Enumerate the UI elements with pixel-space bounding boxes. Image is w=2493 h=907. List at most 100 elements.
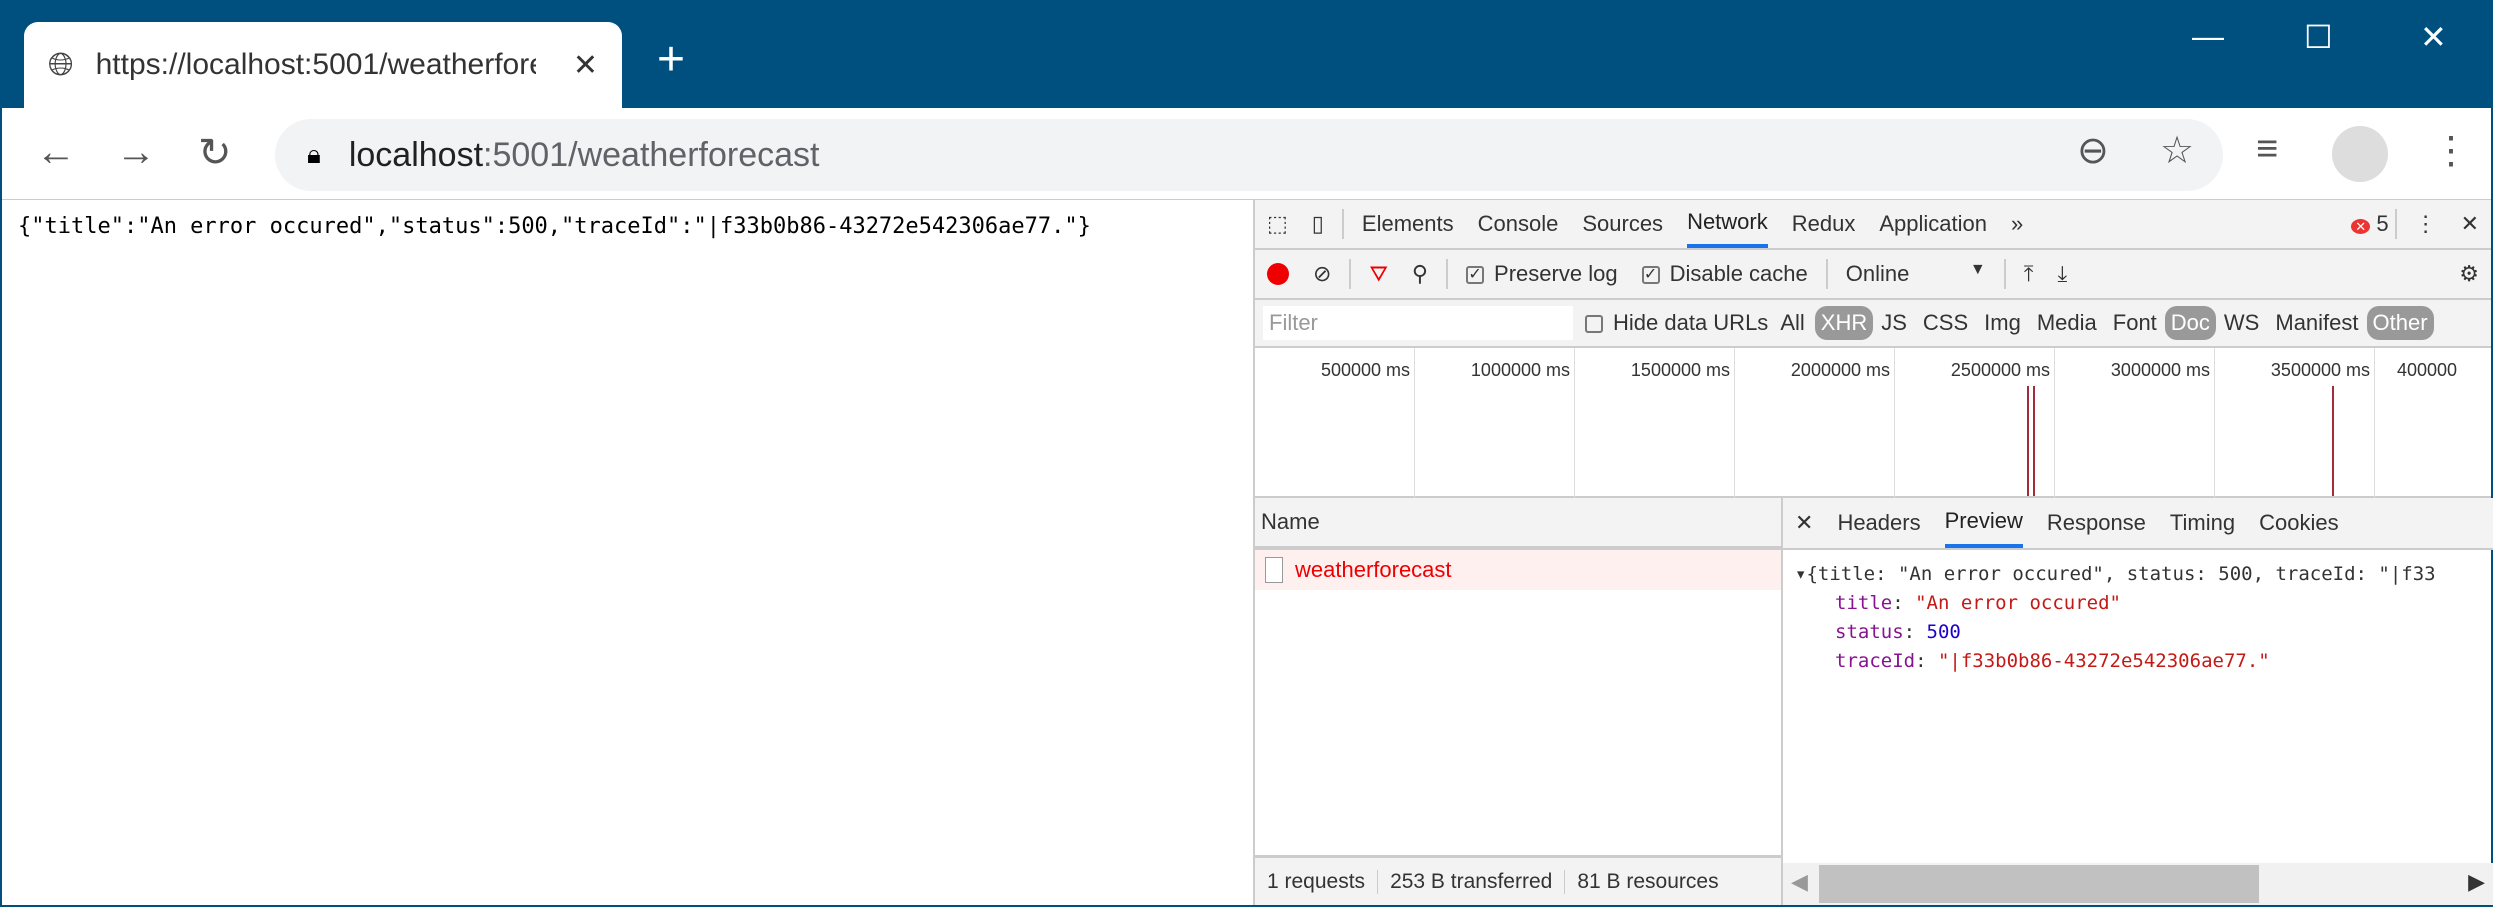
browser-tab[interactable]: 🌐︎ https://localhost:5001/weatherforecas… <box>24 22 622 108</box>
import-har-icon[interactable]: ⤒ <box>2024 261 2034 287</box>
scroll-left-icon: ◀ <box>1791 869 1808 894</box>
record-icon[interactable] <box>1267 263 1289 285</box>
json-traceid-value: "|f33b0b86-43272e542306ae77." <box>1937 650 2270 672</box>
resources-size: 81 B resources <box>1577 869 1719 893</box>
back-button[interactable]: ← <box>36 130 76 175</box>
type-font[interactable]: Font <box>2113 310 2157 336</box>
tab-title: https://localhost:5001/weatherforecast <box>95 48 536 81</box>
tab-console[interactable]: Console <box>1478 211 1559 237</box>
reload-button[interactable]: ↻ <box>198 130 232 176</box>
throttle-select[interactable]: Online ▼ <box>1846 261 1986 287</box>
request-marker <box>2033 386 2035 496</box>
timeline-tick: 500000 ms <box>1255 348 1415 498</box>
devtools-menu-icon[interactable]: ⋮ <box>2415 211 2437 237</box>
tab-preview[interactable]: Preview <box>1944 498 2023 548</box>
filter-input[interactable]: Filter <box>1263 306 1573 340</box>
json-summary[interactable]: ▾{title: "An error occured", status: 500… <box>1795 560 2493 589</box>
tab-response[interactable]: Response <box>2047 510 2146 536</box>
tab-sources[interactable]: Sources <box>1582 211 1663 237</box>
hide-data-urls-checkbox[interactable]: Hide data URLs <box>1585 310 1768 336</box>
close-devtools-icon[interactable]: ✕ <box>2461 211 2479 237</box>
avatar[interactable] <box>2332 126 2388 182</box>
inspect-icon[interactable]: ⬚ <box>1267 211 1288 237</box>
new-tab-button[interactable]: + <box>657 36 685 84</box>
network-timeline[interactable]: 500000 ms 1000000 ms 1500000 ms 2000000 … <box>1255 348 2491 498</box>
status-bar: 1 requests 253 B transferred 81 B resour… <box>1255 855 1781 905</box>
timeline-tick: 400000 <box>2397 360 2458 380</box>
expand-triangle-icon: ▾ <box>1795 563 1807 585</box>
export-har-icon[interactable]: ⤓ <box>2057 261 2067 287</box>
type-css[interactable]: CSS <box>1923 310 1968 336</box>
menu-icon[interactable]: ⋮ <box>2432 128 2470 173</box>
search-icon[interactable]: ⚲ <box>1412 261 1428 287</box>
timeline-tick: 1000000 ms <box>1415 348 1575 498</box>
devtools-tabs: ⬚ ▯ Elements Console Sources Network Red… <box>1255 200 2491 250</box>
url-host: localhost <box>348 135 484 174</box>
detail-tabs: ✕ Headers Preview Response Timing Cookie… <box>1783 498 2493 550</box>
tab-timing[interactable]: Timing <box>2170 510 2235 536</box>
browser-window: 🌐︎ https://localhost:5001/weatherforecas… <box>2 0 2493 905</box>
filter-bar: Filter Hide data URLs All XHR JS CSS Img… <box>1255 300 2491 348</box>
type-ws[interactable]: WS <box>2224 310 2259 336</box>
scroll-right-icon: ▶ <box>2468 869 2485 894</box>
disable-cache-checkbox[interactable]: ✓ Disable cache <box>1641 261 1808 287</box>
tab-elements[interactable]: Elements <box>1362 211 1454 237</box>
type-xhr[interactable]: XHR <box>1814 306 1874 340</box>
close-tab-icon[interactable]: ✕ <box>573 48 598 83</box>
type-img[interactable]: Img <box>1984 310 2021 336</box>
more-tabs-icon[interactable]: » <box>2011 211 2023 237</box>
settings-gear-icon[interactable]: ⚙ <box>2459 261 2479 287</box>
error-count: 5 <box>2376 211 2389 236</box>
tab-application[interactable]: Application <box>1879 211 1987 237</box>
request-list: Name weatherforecast 1 requests 253 B tr… <box>1255 498 1783 905</box>
maximize-button[interactable]: ☐ <box>2304 18 2333 56</box>
address-bar[interactable]: 🔒︎ localhost:5001/weatherforecast <box>275 119 2223 191</box>
network-toolbar: ⊘ ⛛ ⚲ ✓ Preserve log ✓ Disable cache Onlin… <box>1255 250 2491 300</box>
type-all[interactable]: All <box>1780 310 1804 336</box>
title-bar: 🌐︎ https://localhost:5001/weatherforecas… <box>2 0 2491 108</box>
type-manifest[interactable]: Manifest <box>2275 310 2358 336</box>
horizontal-scrollbar[interactable]: ◀ ▶ <box>1783 863 2493 905</box>
name-column-header[interactable]: Name <box>1255 498 1781 550</box>
filter-icon[interactable]: ⛛ <box>1369 261 1387 287</box>
timeline-tick: 3000000 ms <box>2055 348 2215 498</box>
toolbar: ← → ↻ 🔒︎ localhost:5001/weatherforecast … <box>2 108 2491 200</box>
lock-icon: 🔒︎ <box>307 139 321 169</box>
clear-icon[interactable]: ⊘ <box>1313 261 1331 287</box>
error-icon[interactable]: ✕ 5 <box>2351 211 2389 237</box>
timeline-tick: 3500000 ms <box>2215 348 2375 498</box>
bookmark-star-icon[interactable]: ☆ <box>2160 128 2194 173</box>
minimize-button[interactable]: — <box>2192 18 2224 55</box>
close-details-icon[interactable]: ✕ <box>1795 510 1813 536</box>
globe-icon: 🌐︎ <box>48 46 74 82</box>
request-marker <box>2027 386 2029 496</box>
request-count: 1 requests <box>1255 869 1379 894</box>
transferred-size: 253 B transferred <box>1378 869 1566 894</box>
devtools-panel: ⬚ ▯ Elements Console Sources Network Red… <box>1253 200 2493 905</box>
json-status-value: 500 <box>1926 621 1961 643</box>
request-marker <box>2332 386 2334 496</box>
device-toolbar-icon[interactable]: ▯ <box>1312 211 1324 237</box>
timeline-tick: 2000000 ms <box>1735 348 1895 498</box>
close-window-button[interactable]: ✕ <box>2420 18 2447 56</box>
timeline-tick: 1500000 ms <box>1575 348 1735 498</box>
preserve-log-checkbox[interactable]: ✓ Preserve log <box>1466 261 1618 287</box>
tab-cookies[interactable]: Cookies <box>2259 510 2338 536</box>
json-title-value: "An error occured" <box>1915 592 2121 614</box>
type-js[interactable]: JS <box>1881 310 1907 336</box>
page-content: {"title":"An error occured","status":500… <box>18 214 1091 239</box>
tab-network[interactable]: Network <box>1687 200 1768 248</box>
type-doc[interactable]: Doc <box>2164 306 2216 340</box>
media-control-icon[interactable]: ≡ <box>2256 128 2278 171</box>
type-media[interactable]: Media <box>2037 310 2097 336</box>
forward-button[interactable]: → <box>116 130 156 175</box>
tab-headers[interactable]: Headers <box>1837 510 1920 536</box>
tab-redux[interactable]: Redux <box>1792 211 1856 237</box>
request-details: ✕ Headers Preview Response Timing Cookie… <box>1783 498 2493 905</box>
timeline-tick: 2500000 ms <box>1895 348 2055 498</box>
type-other[interactable]: Other <box>2366 306 2434 340</box>
scrollbar-thumb[interactable] <box>1819 865 2259 903</box>
request-row[interactable]: weatherforecast <box>1255 550 1781 590</box>
zoom-out-icon[interactable]: ⊖ <box>2077 128 2109 173</box>
url-path: :5001/weatherforecast <box>483 135 820 174</box>
